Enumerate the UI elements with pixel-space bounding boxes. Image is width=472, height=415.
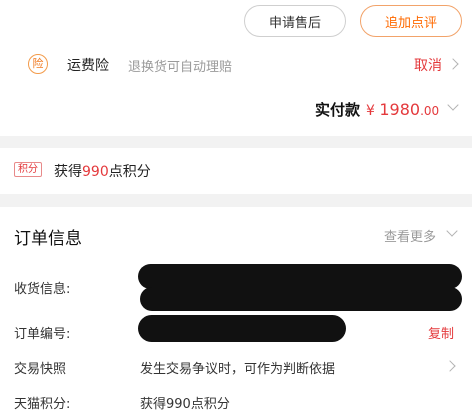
currency-symbol: ¥ xyxy=(366,103,375,119)
points-text: 获得990点积分 xyxy=(54,161,151,181)
payment-amount: ¥ 1980.00 xyxy=(366,100,439,119)
points-value: 990 xyxy=(82,164,109,180)
insurance-description: 退换货可自动理赔 xyxy=(128,60,233,75)
amount-decimal: .00 xyxy=(420,104,440,118)
trade-snapshot-value: 发生交易争议时，可作为判断依据 xyxy=(140,362,336,377)
chevron-down-icon xyxy=(446,225,458,237)
payment-label: 实付款 xyxy=(315,101,361,119)
points-suffix: 点积分 xyxy=(108,164,151,180)
points-prefix: 获得 xyxy=(54,164,82,180)
order-info-card: 订单信息 查看更多 收货信息: 订单编号: 复制 交易快照 发生交易争议时，可作… xyxy=(0,207,472,415)
copy-order-number-button[interactable]: 复制 xyxy=(428,323,454,342)
points-banner: 积分 获得990点积分 xyxy=(0,148,472,194)
order-number-label: 订单编号: xyxy=(14,327,71,342)
tmall-points-label: 天猫积分: xyxy=(14,397,71,412)
trade-snapshot-label: 交易快照 xyxy=(14,362,67,377)
chevron-down-icon xyxy=(447,99,459,111)
amount-integer: 1980 xyxy=(379,100,421,119)
shipping-info-label: 收货信息: xyxy=(14,282,71,297)
redacted-order-number xyxy=(138,315,346,342)
view-more-label: 查看更多 xyxy=(384,230,437,245)
after-sale-button[interactable]: 申请售后 xyxy=(244,5,346,37)
insurance-title: 运费险 xyxy=(67,58,109,74)
tmall-points-value: 获得990点积分 xyxy=(140,397,230,412)
chevron-right-icon xyxy=(447,58,459,70)
order-info-title: 订单信息 xyxy=(14,229,82,249)
add-review-button[interactable]: 追加点评 xyxy=(360,5,462,37)
points-badge: 积分 xyxy=(14,162,42,177)
insurance-icon: 险 xyxy=(28,54,48,74)
redacted-address-line-1 xyxy=(138,264,462,289)
order-summary-card: 申请售后 追加点评 险 运费险 退换货可自动理赔 取消 实付款 ¥ 1980.0… xyxy=(0,0,472,136)
cancel-insurance-link[interactable]: 取消 xyxy=(414,55,442,75)
chevron-right-icon xyxy=(444,360,456,372)
redacted-address-line-2 xyxy=(140,287,462,311)
